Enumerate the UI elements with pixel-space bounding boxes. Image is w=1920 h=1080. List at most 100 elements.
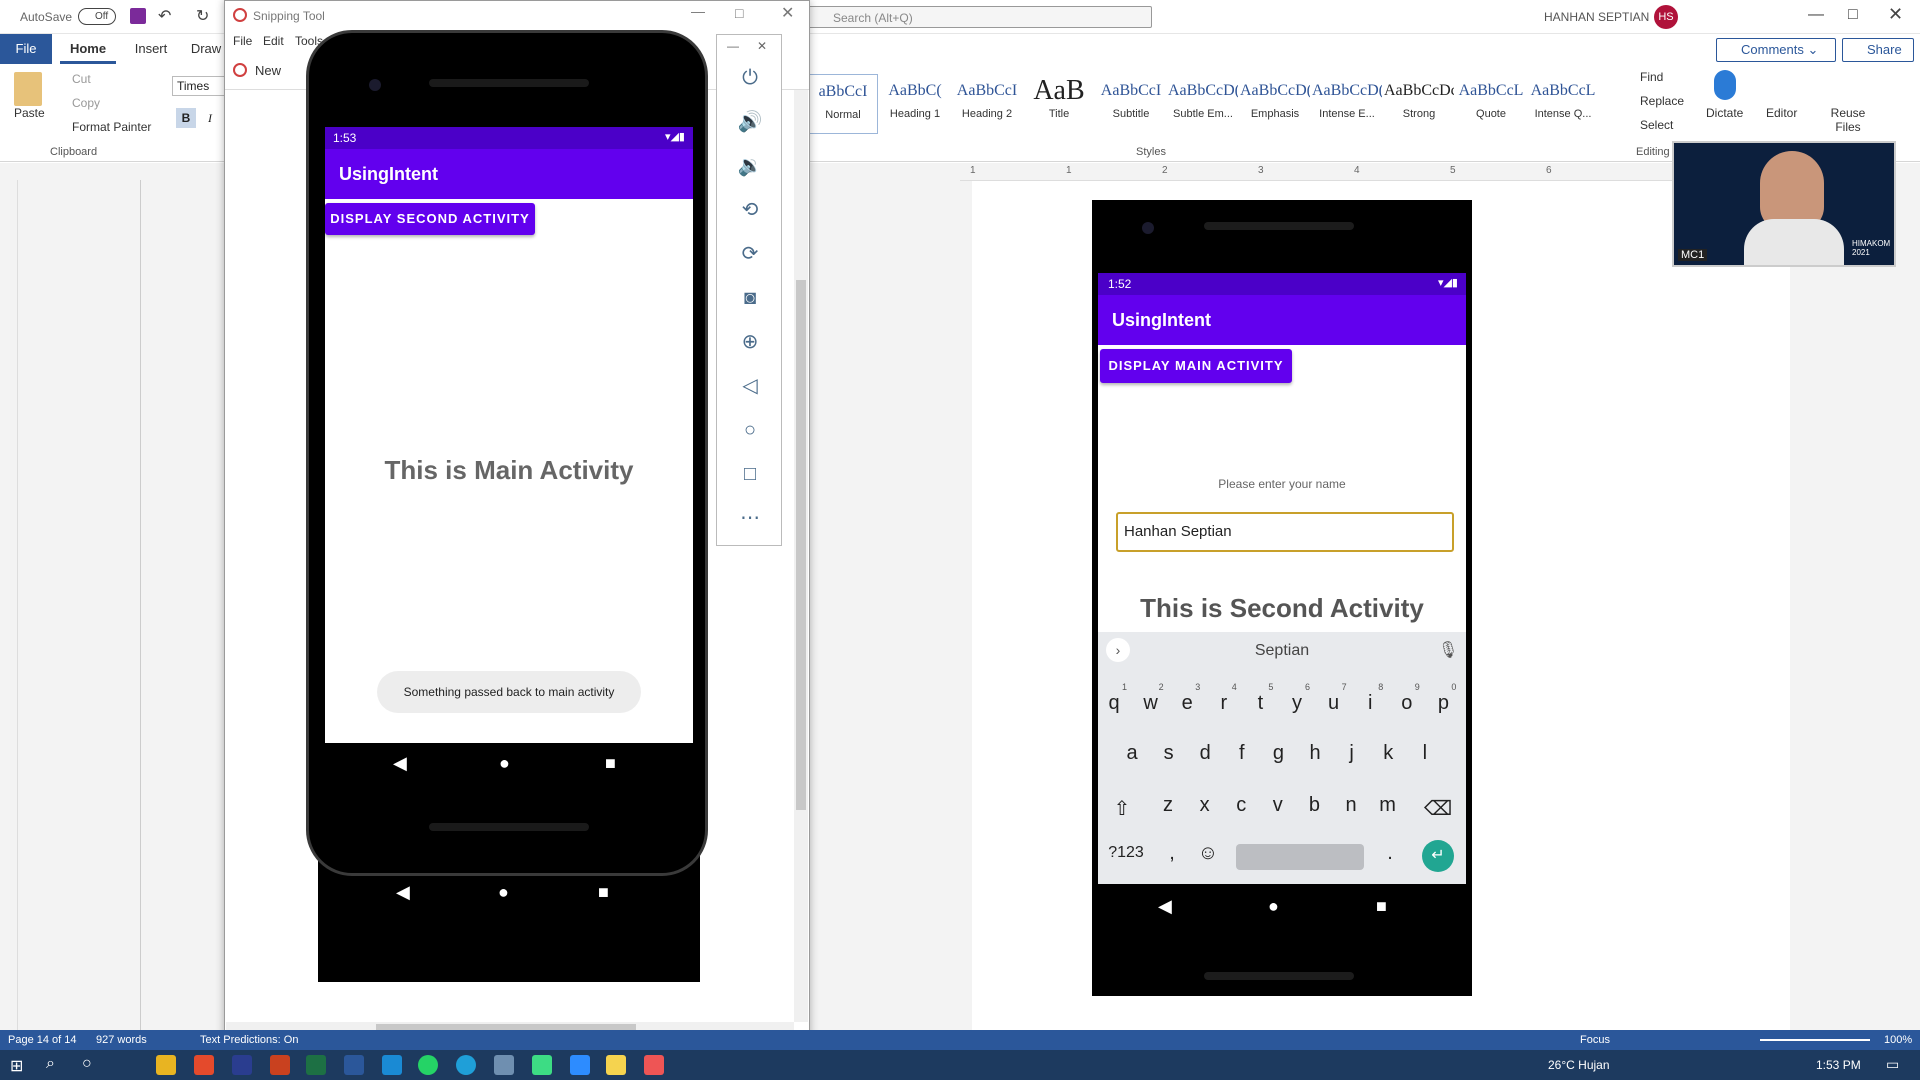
bold-button[interactable]: B [176,108,196,128]
power-icon[interactable]: ⏻ [737,65,763,91]
minimize-icon[interactable]: — [1808,6,1824,24]
snip-maximize-icon[interactable]: □ [735,5,743,21]
clock-time[interactable]: 1:53 PM [1816,1058,1861,1072]
excel-icon[interactable] [306,1055,326,1075]
comma-key[interactable]: , [1154,842,1190,865]
taskbar-search-icon[interactable]: ⌕ [46,1055,55,1073]
chrome-icon[interactable] [194,1055,214,1075]
redo-icon[interactable]: ↻ [196,6,209,26]
style-7[interactable]: AaBbCcD(Intense E... [1312,74,1382,134]
comments-button[interactable]: Comments ⌄ [1716,38,1836,62]
cortana-icon[interactable]: ○ [82,1055,92,1073]
tab-draw[interactable]: Draw [186,34,226,64]
display-second-activity-button[interactable]: DISPLAY SECOND ACTIVITY [325,203,535,235]
zoom-icon[interactable] [570,1055,590,1075]
volume-down-icon[interactable]: 🔉 [737,153,763,179]
zoom-level[interactable]: 100% [1884,1034,1912,1046]
key-s[interactable]: s [1151,742,1187,765]
period-key[interactable]: . [1372,842,1408,865]
key-f[interactable]: f [1224,742,1260,765]
edge-icon[interactable] [456,1055,476,1075]
vscode-icon[interactable] [382,1055,402,1075]
snip-close-icon[interactable]: ✕ [781,3,794,23]
emu-minimize-icon[interactable]: — [727,39,739,53]
emulator-icon[interactable] [644,1055,664,1075]
tab-home[interactable]: Home [60,34,116,64]
home-icon[interactable]: ○ [737,417,763,443]
shift-key[interactable]: ⇧ [1104,796,1140,821]
format-painter-button[interactable]: Format Painter [72,120,151,134]
reuse-files-button[interactable]: Reuse Files [1828,106,1868,134]
file-explorer-icon[interactable] [156,1055,176,1075]
close-icon[interactable]: ✕ [1888,4,1903,25]
undo-icon[interactable]: ↶ [158,6,171,26]
page-count[interactable]: Page 14 of 14 [8,1034,77,1046]
select-button[interactable]: Select [1640,118,1673,132]
backspace-key[interactable]: ⌫ [1420,796,1456,821]
powerpoint-icon[interactable] [270,1055,290,1075]
key-e[interactable]: e [1169,692,1205,715]
enter-key[interactable]: ↵ [1422,840,1454,872]
font-name-box[interactable]: Times Ne [172,76,228,96]
dictate-button[interactable]: Dictate [1706,106,1743,120]
scrollbar-thumb[interactable] [796,280,806,810]
display-main-activity-button[interactable]: DISPLAY MAIN ACTIVITY [1100,349,1292,383]
snip-minimize-icon[interactable]: — [691,3,705,19]
microphone-icon[interactable] [1714,70,1736,100]
style-8[interactable]: AaBbCcDc Strong [1384,74,1454,134]
key-x[interactable]: x [1187,794,1223,817]
style-2[interactable]: AaBbCcI Heading 2 [952,74,1022,134]
snip-menu-file[interactable]: File [233,34,252,48]
paste-icon[interactable] [14,72,42,106]
windows-start-icon[interactable]: ⊞ [10,1056,23,1076]
sticky-notes-icon[interactable] [606,1055,626,1075]
key-l[interactable]: l [1407,742,1443,765]
zoom-slider[interactable] [1760,1039,1870,1041]
suggestion-word[interactable]: Septian [1098,642,1466,660]
key-d[interactable]: d [1187,742,1223,765]
snip-vertical-scrollbar[interactable] [794,90,808,1022]
back-icon[interactable]: ◁ [737,373,763,399]
style-6[interactable]: AaBbCcD(Emphasis [1240,74,1310,134]
key-k[interactable]: k [1370,742,1406,765]
key-p[interactable]: p [1425,692,1461,715]
more-options-icon[interactable]: ⋯ [737,505,763,531]
key-q[interactable]: q [1096,692,1132,715]
microphone-icon[interactable]: 🎙 [1438,640,1458,660]
search-box[interactable]: Search (Alt+Q) [808,6,1152,28]
whatsapp-icon[interactable] [418,1055,438,1075]
key-r[interactable]: r [1206,692,1242,715]
tab-file[interactable]: File [0,34,52,64]
nav-home-icon[interactable]: ● [499,753,510,774]
emu-close-icon[interactable]: ✕ [757,39,767,53]
copy-button[interactable]: Copy [72,96,100,110]
key-u[interactable]: u [1316,692,1352,715]
key-m[interactable]: m [1370,794,1406,817]
key-y[interactable]: y [1279,692,1315,715]
key-z[interactable]: z [1150,794,1186,817]
find-button[interactable]: Find [1640,70,1663,84]
key-o[interactable]: o [1389,692,1425,715]
new-snip-icon[interactable] [233,63,247,77]
new-snip-button[interactable]: New [255,63,281,78]
nav-back-icon[interactable]: ◀ [393,753,407,774]
style-5[interactable]: AaBbCcD(Subtle Em... [1168,74,1238,134]
rotate-left-icon[interactable]: ⟲ [737,197,763,223]
symbols-key[interactable]: ?123 [1102,844,1150,862]
key-c[interactable]: c [1223,794,1259,817]
key-i[interactable]: i [1352,692,1388,715]
style-1[interactable]: AaBbC(Heading 1 [880,74,950,134]
screenshot-camera-icon[interactable]: ◙ [737,285,763,311]
nav-home-icon[interactable]: ● [1268,896,1279,917]
style-9[interactable]: AaBbCcL Quote [1456,74,1526,134]
paste-button[interactable]: Paste [14,106,45,120]
photoshop-icon[interactable] [232,1055,252,1075]
key-j[interactable]: j [1334,742,1370,765]
italic-button[interactable]: I [200,108,220,128]
space-key[interactable] [1236,844,1364,870]
nav-recents-icon[interactable]: ■ [1376,896,1387,917]
focus-button[interactable]: Focus [1580,1034,1610,1046]
share-button[interactable]: Share [1842,38,1914,62]
android-studio-icon[interactable] [532,1055,552,1075]
replace-button[interactable]: Replace [1640,94,1684,108]
